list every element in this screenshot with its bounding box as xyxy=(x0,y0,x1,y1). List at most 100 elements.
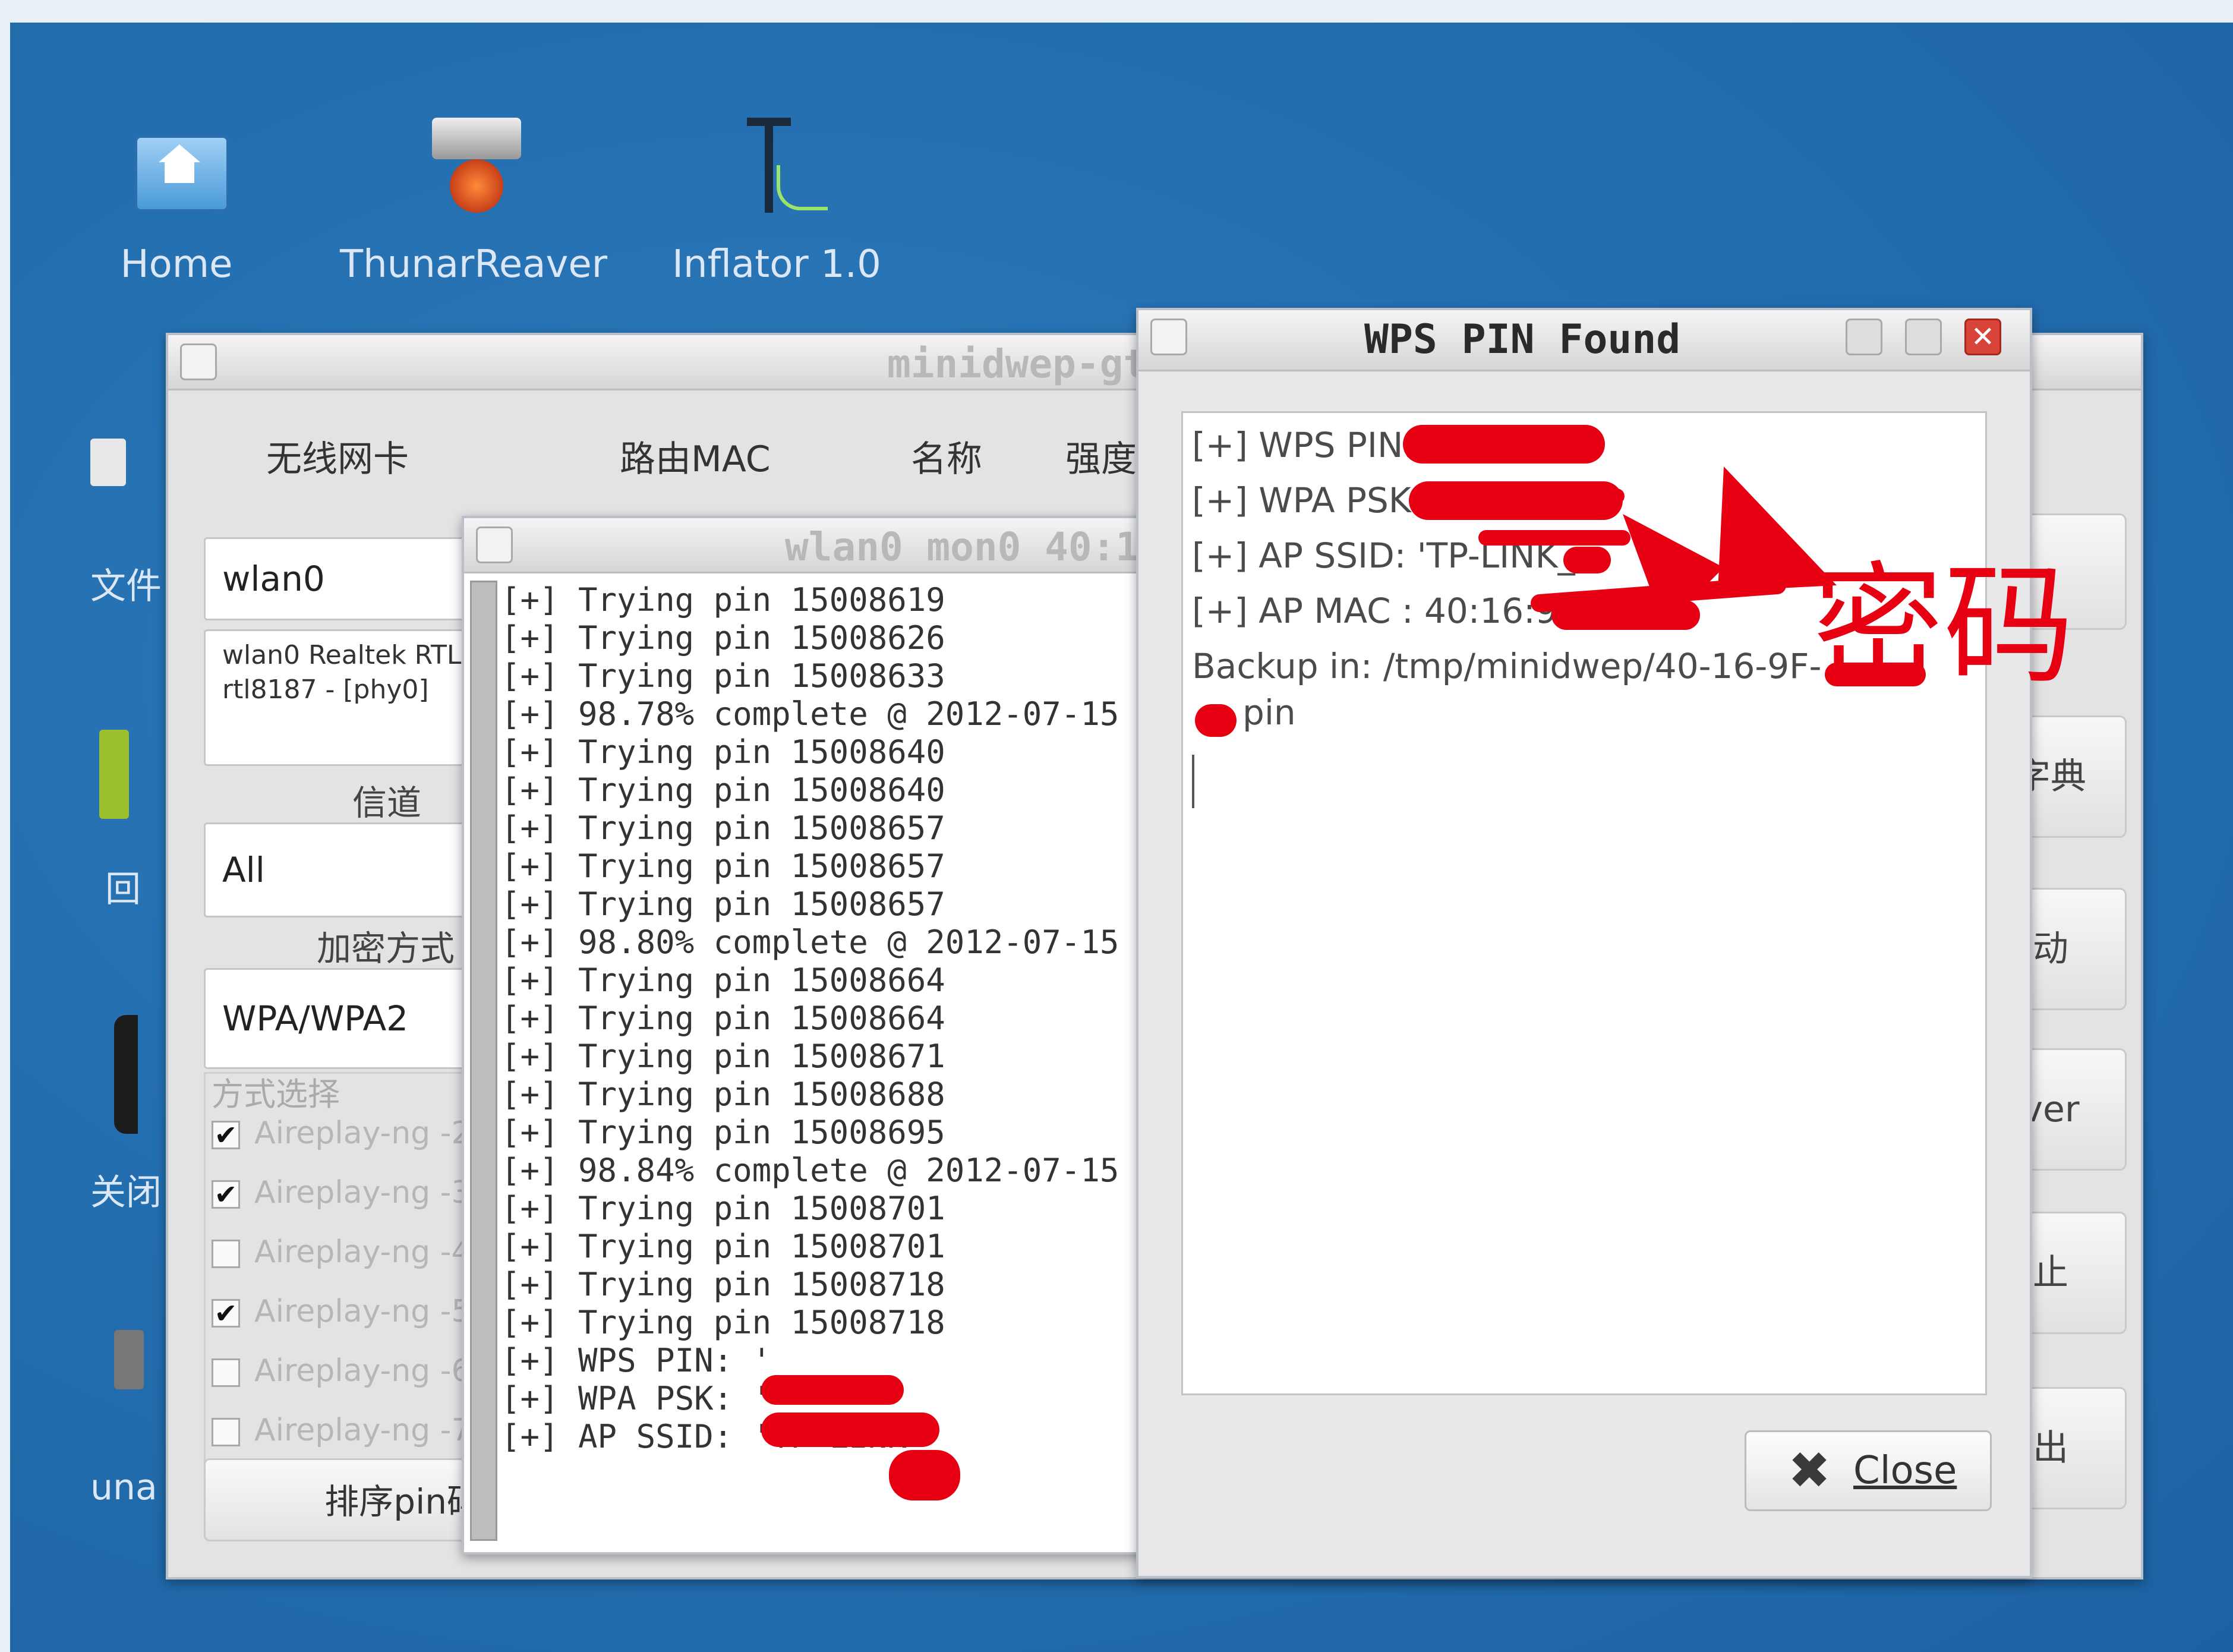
redaction-mark xyxy=(1195,704,1237,737)
window-title: WPS PIN Found xyxy=(1364,316,1681,363)
terminal-line: [+] Trying pin 15008657 xyxy=(501,809,945,847)
checkbox-checked-icon[interactable]: ✔ xyxy=(212,1180,240,1209)
terminal-scrollbar[interactable] xyxy=(470,581,497,1541)
wps-line: [+] WPA PSK: ' xyxy=(1192,480,1443,521)
desktop-icon-label: Inflator 1.0 xyxy=(672,242,881,286)
side-label: 回 xyxy=(105,869,141,910)
mode-checkbox-row[interactable]: Aireplay-ng -4 xyxy=(212,1234,471,1270)
interface-select[interactable]: wlan0 xyxy=(204,537,483,620)
reaver-small-icon[interactable] xyxy=(114,1330,144,1389)
wps-pin-dialog: WPS PIN Found ✕ [+] WPS PIN: ' [+] WPA P… xyxy=(1136,308,2074,1578)
window-up-icon[interactable] xyxy=(1846,319,1882,355)
terminal-line: [+] Trying pin 15008626 xyxy=(501,619,945,657)
mode-checkbox-row[interactable]: ✔ Aireplay-ng -3 xyxy=(212,1175,471,1210)
encryption-label: 加密方式 xyxy=(317,928,455,969)
mode-label: Aireplay-ng -5 xyxy=(254,1294,471,1329)
terminal-line: [+] WPS PIN: ' xyxy=(501,1342,772,1379)
titlebar: wlan0 mon0 40:1 xyxy=(464,518,1177,573)
terminal-line: [+] Trying pin 15008701 xyxy=(501,1228,945,1265)
mode-checkbox-row[interactable]: Aireplay-ng -6 xyxy=(212,1353,471,1389)
mode-checkbox-row[interactable]: ✔ Aireplay-ng -2 xyxy=(212,1115,471,1151)
close-x-icon: ✖ xyxy=(1788,1441,1831,1500)
terminal-line: [+] Trying pin 15008640 xyxy=(501,733,945,771)
inflator-pump-icon xyxy=(717,112,836,225)
mode-label: Aireplay-ng -6 xyxy=(254,1353,471,1389)
window-title: wlan0 mon0 40:1 xyxy=(785,524,1140,570)
terminal-line: [+] Trying pin 15008718 xyxy=(501,1266,945,1303)
sort-pin-button[interactable]: 排序pin码 xyxy=(204,1458,489,1541)
terminal-line: [+] 98.80% complete @ 2012-07-15 09: xyxy=(501,923,1172,961)
checkbox-checked-icon[interactable]: ✔ xyxy=(212,1299,240,1328)
mode-checkbox-row[interactable]: ✔ Aireplay-ng -5 xyxy=(212,1294,471,1329)
side-label: 关闭 xyxy=(90,1172,162,1213)
close-button-label: Close xyxy=(1853,1449,1957,1493)
mode-checkbox-row[interactable]: Aireplay-ng -7 xyxy=(212,1413,471,1448)
terminal-line: [+] 98.78% complete @ 2012-07-15 08: xyxy=(501,695,1172,733)
terminal-line: [+] Trying pin 15008671 xyxy=(501,1038,945,1075)
file-system-icon[interactable] xyxy=(90,439,126,486)
terminal-line: [+] Trying pin 15008619 xyxy=(501,581,945,619)
desktop: Home ThunarReaver Inflator 1.0 文件 回 关闭 u… xyxy=(10,23,2233,1652)
mode-label: Aireplay-ng -2 xyxy=(254,1115,471,1151)
mode-label: 方式选择 xyxy=(212,1076,340,1113)
shutdown-icon[interactable] xyxy=(114,1015,138,1134)
channel-label: 信道 xyxy=(352,783,422,823)
wps-line: [+] WPS PIN: ' xyxy=(1192,425,1436,465)
terminal-line: [+] WPA PSK: ' xyxy=(501,1380,772,1417)
desktop-icon-home[interactable]: Home xyxy=(28,112,325,286)
terminal-line: [+] Trying pin 15008640 xyxy=(501,771,945,809)
window-menu-icon[interactable] xyxy=(180,343,217,380)
mode-label: Aireplay-ng -4 xyxy=(254,1234,471,1270)
terminal-line: [+] Trying pin 15008664 xyxy=(501,1000,945,1037)
desktop-icon-thunarreaver[interactable]: ThunarReaver xyxy=(325,112,622,286)
checkbox-checked-icon[interactable]: ✔ xyxy=(212,1121,240,1149)
terminal-line: [+] Trying pin 15008718 xyxy=(501,1304,945,1341)
window-menu-icon[interactable] xyxy=(476,527,513,563)
redaction-mark xyxy=(889,1450,960,1500)
screenshot-frame: Home ThunarReaver Inflator 1.0 文件 回 关闭 u… xyxy=(0,0,2233,1652)
window-menu-icon[interactable] xyxy=(1150,319,1187,355)
desktop-icon-label: ThunarReaver xyxy=(339,242,608,286)
terminal-line: [+] Trying pin 15008701 xyxy=(501,1190,945,1227)
interface-info: wlan0 Realtek RTL rtl8187 - [phy0] xyxy=(204,629,483,766)
side-label: una xyxy=(90,1467,157,1508)
encryption-select[interactable]: WPA/WPA2 xyxy=(204,968,483,1069)
column-header: 无线网卡 xyxy=(266,439,409,480)
column-header: 路由MAC xyxy=(620,439,771,480)
column-header: 名称 xyxy=(911,439,982,480)
titlebar: WPS PIN Found ✕ xyxy=(1138,310,2030,371)
checkbox-empty-icon[interactable] xyxy=(212,1418,240,1446)
terminal-line: [+] Trying pin 15008657 xyxy=(501,847,945,885)
redaction-mark xyxy=(761,1375,904,1405)
home-folder-icon xyxy=(117,112,236,225)
channel-select[interactable]: All xyxy=(204,822,483,918)
terminal-line: [+] Trying pin 15008695 xyxy=(501,1114,945,1151)
desktop-icon-inflator[interactable]: Inflator 1.0 xyxy=(628,112,925,286)
mode-group: 方式选择 ✔ Aireplay-ng -2 ✔ Aireplay-ng -3 Air… xyxy=(204,1072,487,1503)
redaction-mark xyxy=(761,1413,939,1447)
terminal-line: [+] 98.84% complete @ 2012-07-15 09: xyxy=(501,1152,1172,1189)
terminal-line: [+] Trying pin 15008657 xyxy=(501,885,945,923)
wps-result-textarea[interactable]: [+] WPS PIN: ' [+] WPA PSK: ' [+] AP SSI… xyxy=(1181,411,2074,1395)
reaver-icon xyxy=(414,112,533,225)
trash-icon[interactable] xyxy=(99,730,129,819)
text-cursor xyxy=(1192,755,1194,808)
column-header: 强度 xyxy=(1065,439,1137,480)
window-close-icon[interactable]: ✕ xyxy=(1964,319,2001,355)
window-title: minidwep-gt xyxy=(887,341,1147,387)
terminal-window: wlan0 mon0 40:1 [+] Trying pin 15008619[… xyxy=(462,516,1179,1555)
checkbox-empty-icon[interactable] xyxy=(212,1240,240,1268)
close-button[interactable]: ✖ Close xyxy=(1745,1430,1992,1511)
interface-info-line: wlan0 Realtek RTL xyxy=(222,640,462,670)
checkbox-empty-icon[interactable] xyxy=(212,1358,240,1387)
password-annotation: 密码 xyxy=(1813,550,2075,702)
terminal-line: [+] Trying pin 15008688 xyxy=(501,1076,945,1113)
mode-label: Aireplay-ng -7 xyxy=(254,1413,471,1448)
terminal-line: [+] Trying pin 15008633 xyxy=(501,657,945,695)
window-maximize-icon[interactable] xyxy=(1905,319,1942,355)
desktop-icon-label: Home xyxy=(120,242,233,286)
side-label: 文件 xyxy=(90,566,162,607)
mode-label: Aireplay-ng -3 xyxy=(254,1175,471,1210)
interface-info-line: rtl8187 - [phy0] xyxy=(222,674,429,705)
wps-line: pin xyxy=(1242,692,1296,733)
